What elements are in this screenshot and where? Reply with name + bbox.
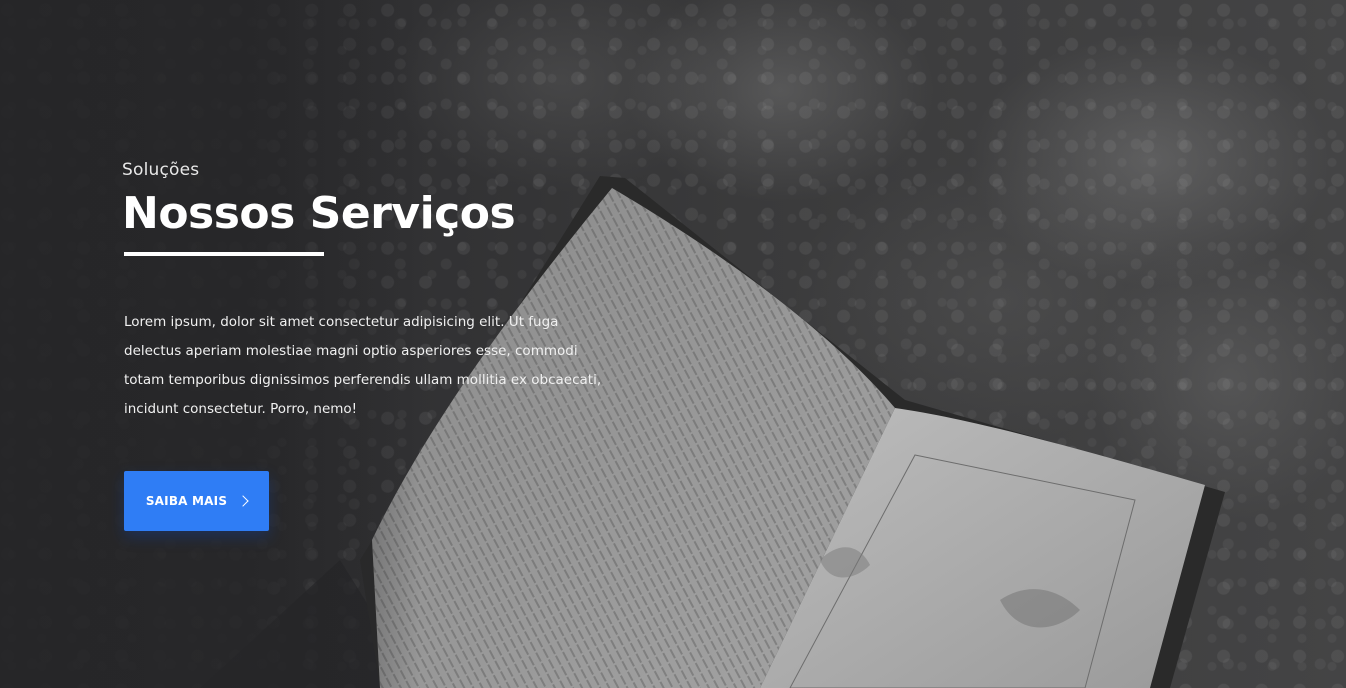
hero-description: Lorem ipsum, dolor sit amet consectetur … xyxy=(124,314,602,417)
cta-label: SAIBA MAIS xyxy=(145,494,228,508)
hero-eyebrow: Soluções xyxy=(122,160,200,180)
saiba-mais-button[interactable]: SAIBA MAIS xyxy=(124,471,269,531)
page-title: Nossos Serviços xyxy=(122,188,516,239)
chevron-right-icon xyxy=(237,495,249,507)
hero-content: Soluções Nossos Serviços Lorem ipsum, do… xyxy=(122,158,622,424)
hero-section: Soluções Nossos Serviços Lorem ipsum, do… xyxy=(0,0,1346,688)
title-underline xyxy=(124,252,324,256)
